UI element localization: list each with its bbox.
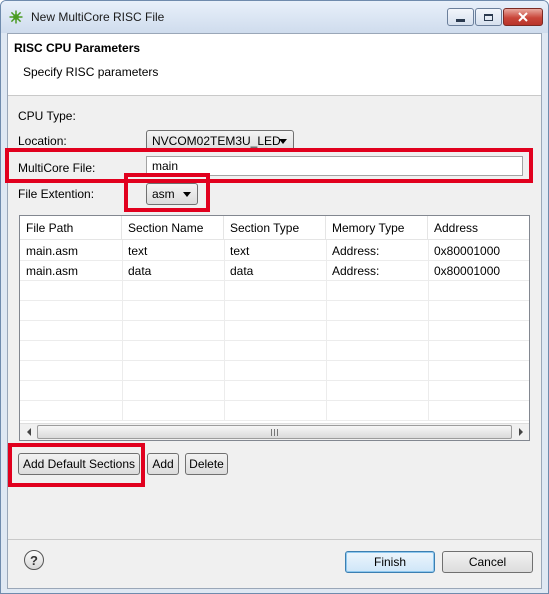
scroll-left-button[interactable] xyxy=(20,424,37,440)
chevron-down-icon xyxy=(279,139,287,144)
footer-separator xyxy=(8,539,541,540)
cell-section-type: data xyxy=(230,264,254,278)
table-row xyxy=(20,342,529,361)
cell-file-path: main.asm xyxy=(26,264,79,278)
chevron-left-icon xyxy=(26,428,31,436)
maximize-button[interactable] xyxy=(475,8,502,26)
table-row xyxy=(20,362,529,381)
title-bar[interactable]: New MultiCore RISC File xyxy=(1,1,548,33)
finish-label: Finish xyxy=(373,555,406,569)
cpu-type-label: CPU Type: xyxy=(18,109,76,123)
wizard-banner: RISC CPU Parameters Specify RISC paramet… xyxy=(8,34,541,96)
column-header[interactable]: Address xyxy=(428,216,529,240)
cell-section-type: text xyxy=(230,244,250,258)
highlight-multicore-file xyxy=(5,148,533,183)
app-icon xyxy=(9,10,23,24)
help-icon: ? xyxy=(30,552,38,568)
file-extension-label: File Extention: xyxy=(18,187,95,201)
dialog-window: New MultiCore RISC File RISC CPU Paramet… xyxy=(0,0,549,594)
chevron-right-icon xyxy=(518,428,523,436)
close-button[interactable] xyxy=(503,8,543,26)
column-header[interactable]: Section Name xyxy=(122,216,224,240)
window-title: New MultiCore RISC File xyxy=(31,10,165,24)
column-header[interactable]: Memory Type xyxy=(326,216,428,240)
table-row xyxy=(20,382,529,401)
cell-memory-type: Address: xyxy=(332,264,380,278)
add-button[interactable]: Add xyxy=(147,453,179,475)
cell-memory-type: Address: xyxy=(332,244,380,258)
highlight-file-extension xyxy=(124,173,210,212)
scrollbar-thumb[interactable] xyxy=(37,425,512,439)
horizontal-scrollbar[interactable] xyxy=(20,423,529,440)
table-row[interactable]: main.asm data data Address: 0x80001000 xyxy=(20,262,529,281)
location-label: Location: xyxy=(18,134,67,148)
page-subtitle: Specify RISC parameters xyxy=(23,65,159,79)
delete-button[interactable]: Delete xyxy=(185,453,228,475)
minimize-button[interactable] xyxy=(447,8,474,26)
finish-button[interactable]: Finish xyxy=(345,551,435,573)
column-header[interactable]: Section Type xyxy=(224,216,326,240)
table-row xyxy=(20,402,529,421)
cell-address: 0x80001000 xyxy=(434,264,501,278)
cell-section-name: data xyxy=(128,264,152,278)
table-row xyxy=(20,322,529,341)
minimize-icon xyxy=(456,18,465,22)
cell-section-name: text xyxy=(128,244,148,258)
grip-icon xyxy=(271,428,278,436)
cell-file-path: main.asm xyxy=(26,244,79,258)
scroll-right-button[interactable] xyxy=(512,424,529,440)
table-row xyxy=(20,302,529,321)
page-title: RISC CPU Parameters xyxy=(14,41,141,55)
table-row xyxy=(20,282,529,301)
close-icon xyxy=(518,12,528,22)
table-row[interactable]: main.asm text text Address: 0x80001000 xyxy=(20,242,529,261)
table-header: File Path Section Name Section Type Memo… xyxy=(20,216,529,240)
location-value: NVCOM02TEM3U_LED xyxy=(152,134,281,148)
highlight-add-default-sections xyxy=(8,443,145,487)
column-header[interactable]: File Path xyxy=(20,216,122,240)
maximize-icon xyxy=(484,13,493,21)
dialog-content: RISC CPU Parameters Specify RISC paramet… xyxy=(5,33,542,589)
cancel-button[interactable]: Cancel xyxy=(442,551,533,573)
cell-address: 0x80001000 xyxy=(434,244,501,258)
sections-table[interactable]: File Path Section Name Section Type Memo… xyxy=(19,215,530,441)
help-button[interactable]: ? xyxy=(24,550,44,570)
